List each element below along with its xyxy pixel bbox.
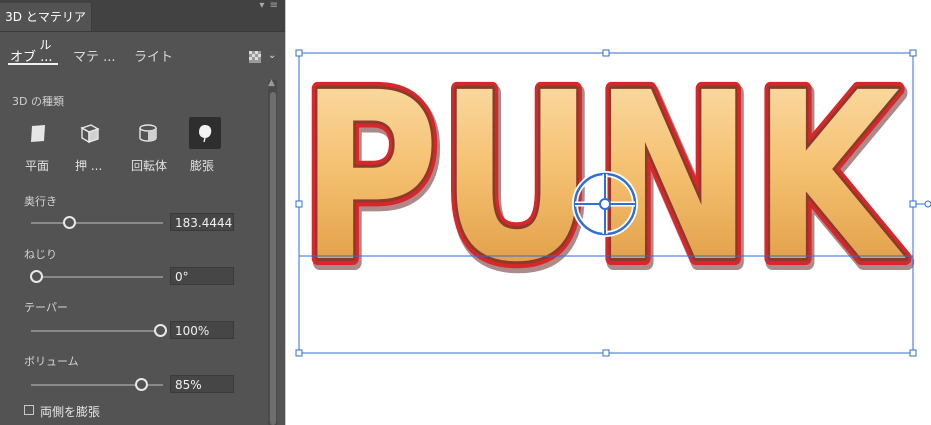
artwork-layer: PUNK PUNK PUNK PUNK [293,36,931,357]
3d-rotation-widget-icon[interactable] [572,171,638,237]
